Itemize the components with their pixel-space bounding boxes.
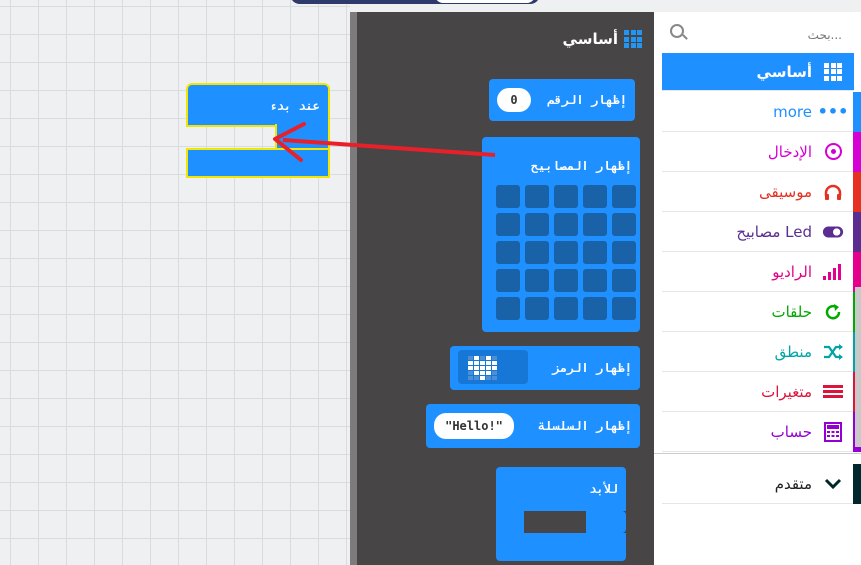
led-cell[interactable] bbox=[525, 269, 549, 292]
category-advanced[interactable]: متقدم bbox=[662, 464, 861, 504]
category-input-label: الإدخال bbox=[767, 142, 812, 161]
sidebar-scrollbar[interactable] bbox=[855, 287, 861, 447]
category-variables[interactable]: متغيرات bbox=[662, 372, 861, 412]
led-cell[interactable] bbox=[583, 241, 607, 264]
calculator-icon bbox=[822, 421, 844, 443]
show-icon-label: إظهار الرمز bbox=[552, 361, 632, 375]
chevron-down-icon bbox=[822, 473, 844, 495]
heart-icon bbox=[468, 356, 497, 380]
forever-label: للأبد bbox=[589, 482, 618, 496]
led-cell[interactable] bbox=[554, 241, 578, 264]
toggle-icon bbox=[822, 221, 844, 243]
led-cell[interactable] bbox=[583, 297, 607, 320]
target-icon bbox=[822, 141, 844, 163]
category-loops[interactable]: حلقات bbox=[662, 292, 861, 332]
list-icon bbox=[822, 381, 844, 403]
category-math-label: حساب bbox=[770, 422, 812, 441]
show-string-value[interactable]: "Hello!" bbox=[434, 413, 514, 439]
led-cell[interactable] bbox=[525, 213, 549, 236]
show-icon-block[interactable]: إظهار الرمز bbox=[450, 346, 640, 390]
on-start-block-bottom[interactable] bbox=[186, 148, 330, 178]
forever-block-side bbox=[496, 509, 524, 533]
category-math[interactable]: حساب bbox=[662, 412, 861, 452]
show-leds-block[interactable]: إظهار المصابيح bbox=[482, 137, 640, 332]
forever-block[interactable]: للأبد bbox=[496, 467, 626, 511]
category-radio-label: الراديو bbox=[772, 262, 812, 281]
show-number-block[interactable]: إظهار الرقم 0 bbox=[489, 79, 635, 121]
category-led-label: مصابيح Led bbox=[736, 222, 812, 241]
led-cell[interactable] bbox=[612, 185, 636, 208]
icon-picker[interactable] bbox=[458, 350, 528, 384]
toolbox-categories: أساسي more ••• الإدخال موسيقى مصابيح Led… bbox=[654, 12, 861, 565]
flyout-title-text: أساسي bbox=[562, 30, 618, 48]
search-input[interactable] bbox=[690, 24, 844, 46]
category-color-bar bbox=[853, 212, 861, 252]
show-number-label: إظهار الرقم bbox=[547, 93, 627, 107]
led-cell[interactable] bbox=[525, 297, 549, 320]
category-more[interactable]: more ••• bbox=[662, 92, 861, 132]
show-string-block[interactable]: إظهار السلسلة "Hello!" bbox=[426, 404, 640, 448]
category-color-bar bbox=[853, 172, 861, 212]
led-cell[interactable] bbox=[554, 297, 578, 320]
led-cell[interactable] bbox=[612, 213, 636, 236]
category-music[interactable]: موسيقى bbox=[662, 172, 861, 212]
toolbox-search[interactable] bbox=[664, 24, 844, 46]
led-cell[interactable] bbox=[583, 213, 607, 236]
category-divider bbox=[654, 453, 861, 454]
shuffle-icon bbox=[822, 341, 844, 363]
led-cell[interactable] bbox=[612, 241, 636, 264]
led-cell[interactable] bbox=[583, 269, 607, 292]
forever-block-bottom bbox=[496, 533, 626, 561]
category-color-bar bbox=[853, 132, 861, 172]
signal-icon bbox=[822, 261, 844, 283]
toolbox-flyout: أساسي إظهار الرقم 0 إظهار المصابيح إظهار… bbox=[350, 12, 654, 565]
category-more-label: more bbox=[773, 102, 812, 121]
category-color-bar bbox=[853, 92, 861, 132]
led-cell[interactable] bbox=[496, 241, 520, 264]
show-number-value[interactable]: 0 bbox=[497, 88, 531, 112]
category-led[interactable]: مصابيح Led bbox=[662, 212, 861, 252]
led-cell[interactable] bbox=[554, 213, 578, 236]
show-leds-label: إظهار المصابيح bbox=[530, 159, 632, 173]
category-basic[interactable]: أساسي bbox=[662, 53, 854, 91]
flyout-title: أساسي bbox=[563, 30, 642, 48]
show-string-label: إظهار السلسلة bbox=[538, 419, 632, 433]
category-advanced-label: متقدم bbox=[774, 474, 812, 493]
category-color-bar bbox=[853, 464, 861, 504]
category-input[interactable]: الإدخال bbox=[662, 132, 861, 172]
top-toolbar-input-edge bbox=[435, 0, 535, 3]
category-logic[interactable]: منطق bbox=[662, 332, 861, 372]
led-cell[interactable] bbox=[612, 297, 636, 320]
led-cell[interactable] bbox=[554, 269, 578, 292]
led-cell[interactable] bbox=[496, 269, 520, 292]
search-icon[interactable] bbox=[670, 24, 684, 38]
more-icon: ••• bbox=[817, 102, 849, 121]
category-loops-label: حلقات bbox=[771, 302, 812, 321]
on-start-block[interactable]: عند بدء bbox=[186, 83, 330, 127]
led-cell[interactable] bbox=[525, 185, 549, 208]
category-color-bar bbox=[853, 252, 861, 292]
on-start-label: عند بدء bbox=[269, 99, 320, 113]
category-radio[interactable]: الراديو bbox=[662, 252, 861, 292]
led-cell[interactable] bbox=[496, 213, 520, 236]
led-cell[interactable] bbox=[612, 269, 636, 292]
refresh-icon bbox=[822, 301, 844, 323]
led-cell[interactable] bbox=[496, 297, 520, 320]
led-cell[interactable] bbox=[496, 185, 520, 208]
led-cell[interactable] bbox=[554, 185, 578, 208]
grid-icon bbox=[624, 30, 642, 48]
grid-icon bbox=[822, 61, 844, 83]
category-music-label: موسيقى bbox=[759, 182, 812, 201]
forever-block-notch bbox=[586, 511, 626, 533]
led-cell[interactable] bbox=[583, 185, 607, 208]
category-basic-label: أساسي bbox=[756, 62, 812, 81]
led-cell[interactable] bbox=[525, 241, 549, 264]
category-logic-label: منطق bbox=[774, 342, 812, 361]
headphones-icon bbox=[822, 181, 844, 203]
category-variables-label: متغيرات bbox=[761, 382, 812, 401]
led-grid[interactable] bbox=[496, 185, 636, 320]
